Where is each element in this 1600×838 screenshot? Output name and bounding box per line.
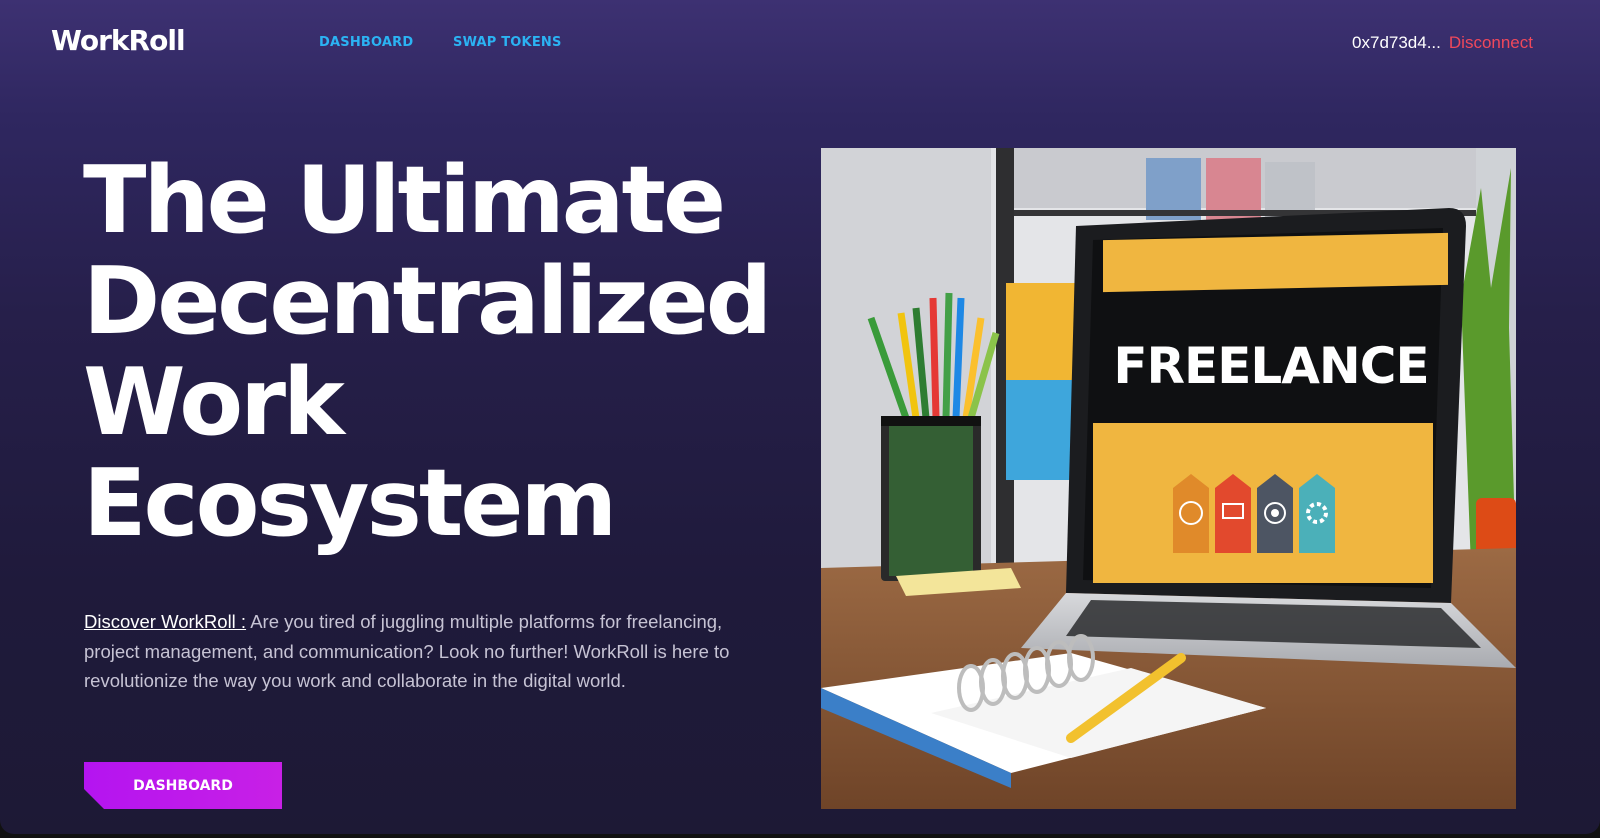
disconnect-button[interactable]: Disconnect [1449,33,1533,52]
screen-text: FREELANCE [1113,337,1428,395]
presentation-icon [1215,474,1251,553]
hero-description: Discover WorkRoll : Are you tired of jug… [84,607,764,696]
hero-image: FREELANCE [821,148,1516,809]
globe-icon [1173,474,1209,553]
hero-title-line: Ecosystem [83,449,617,557]
hero-title-line: Work [83,348,345,456]
target-icon [1257,474,1293,553]
gear-icon [1299,474,1335,553]
hero-title: The Ultimate Decentralized Work Ecosyste… [83,146,772,557]
nav-swap-tokens-link[interactable]: SWAP TOKENS [453,35,562,50]
page-frame: WorkRoll DASHBOARD SWAP TOKENS 0x7d73d4.… [0,0,1600,834]
logo[interactable]: WorkRoll [51,24,186,57]
wallet-status: 0x7d73d4... Disconnect [1352,33,1533,53]
hero-title-line: The Ultimate [83,146,726,254]
discover-link[interactable]: Discover WorkRoll : [84,611,246,632]
top-nav: WorkRoll DASHBOARD SWAP TOKENS 0x7d73d4.… [0,0,1600,86]
nav-dashboard-link[interactable]: DASHBOARD [319,35,413,50]
dashboard-cta-button[interactable]: DASHBOARD [84,762,282,809]
hero-title-line: Decentralized [83,247,772,355]
wallet-address: 0x7d73d4... [1352,33,1441,52]
laptop: FREELANCE [1021,208,1516,668]
